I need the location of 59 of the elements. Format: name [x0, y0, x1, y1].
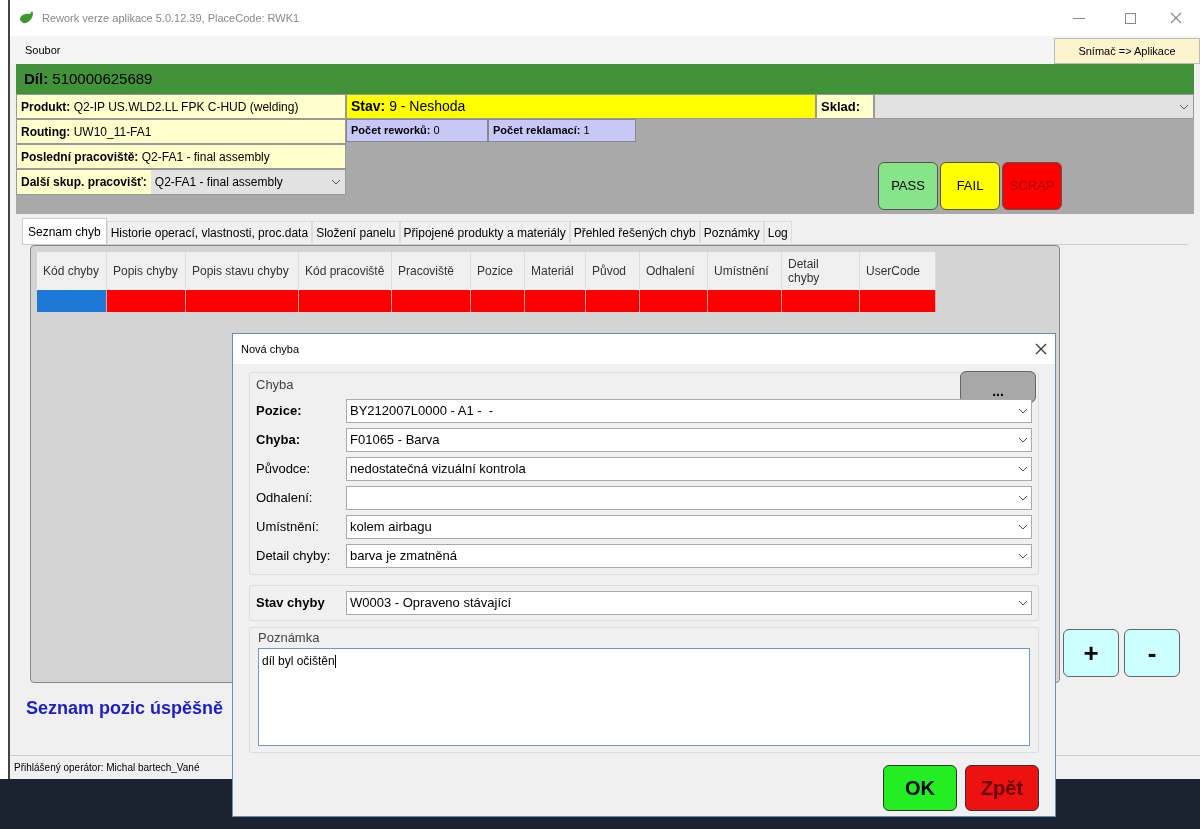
- ok-button[interactable]: OK: [883, 764, 957, 811]
- tab[interactable]: Složení panelu: [312, 221, 400, 243]
- info-field: Poslední pracoviště: Q2-FA1 - final assembly: [16, 144, 346, 169]
- note-textarea[interactable]: díl byl očištěn: [258, 647, 1030, 746]
- rework-count: Počet reworků: 0: [346, 119, 488, 142]
- chevron-down-icon: [1018, 524, 1028, 530]
- window-title: Rework verze aplikace 5.0.12.39, PlaceCode: RWK1: [42, 10, 300, 26]
- info-field: Produkt: Q2-IP US.WLD2.LL FPK C-HUD (welding): [16, 94, 346, 119]
- result-button[interactable]: FAIL: [940, 162, 1000, 210]
- complaint-count: Počet reklamací: 1: [488, 119, 636, 142]
- close-icon[interactable]: [1035, 343, 1047, 355]
- side-button[interactable]: +: [1063, 629, 1119, 677]
- part-number: Díl: 510000625689: [24, 68, 153, 89]
- field-label: Původce:: [256, 460, 312, 479]
- dropdown-field[interactable]: F01065 - Barva: [346, 428, 1032, 452]
- field-label: Chyba:: [256, 431, 302, 450]
- tab[interactable]: Seznam chyb: [22, 218, 107, 244]
- field-label: Umístnění:: [256, 518, 320, 537]
- workplace-dropdown[interactable]: Q2-FA1 - final assembly: [150, 170, 345, 194]
- tab[interactable]: Poznámky: [699, 221, 764, 243]
- dropdown-field[interactable]: barva je zmatněná: [346, 544, 1032, 568]
- result-button[interactable]: PASS: [878, 162, 938, 210]
- chevron-down-icon: [1018, 495, 1028, 501]
- success-heading: Seznam pozic úspěšně: [26, 698, 224, 718]
- field-label: Pozice:: [256, 402, 303, 421]
- dropdown-field[interactable]: kolem airbagu: [346, 515, 1032, 539]
- minimize-icon[interactable]: [1073, 17, 1085, 19]
- maximize-icon[interactable]: [1125, 12, 1136, 24]
- field-label: Další skup. pracovišť:: [21, 174, 147, 191]
- chevron-down-icon: [1018, 437, 1028, 443]
- chevron-down-icon: [331, 179, 341, 185]
- tab[interactable]: Připojené produkty a materiály: [399, 221, 570, 243]
- status-text: Přihlášený operátor: Michal bartech_Vané: [14, 761, 200, 775]
- field-label: Stav chyby: [256, 594, 326, 613]
- dropdown-field[interactable]: [346, 486, 1032, 510]
- chevron-down-icon: [1018, 600, 1028, 606]
- tab[interactable]: Přehled řešených chyb: [569, 221, 700, 243]
- dropdown-field[interactable]: W0003 - Opraveno stávající: [346, 591, 1032, 615]
- group-title: Chyba: [256, 376, 295, 394]
- side-button[interactable]: -: [1124, 629, 1180, 677]
- chevron-down-icon: [1018, 466, 1028, 472]
- field-label: Detail chyby:: [256, 547, 332, 566]
- dropdown-field[interactable]: BY212007L0000 - A1 - -: [346, 399, 1032, 423]
- chevron-down-icon: [1018, 408, 1028, 414]
- tab[interactable]: Log: [763, 221, 792, 243]
- tab[interactable]: Historie operací, vlastnosti, proc.data: [106, 221, 313, 243]
- app-logo-icon: [18, 10, 34, 26]
- scanner-button[interactable]: Snímač => Aplikace: [1054, 38, 1200, 64]
- chevron-down-icon: [1018, 553, 1028, 559]
- field-label: Sklad:: [821, 97, 860, 116]
- field-label: Poznámka: [258, 629, 321, 647]
- field-label: Odhalení:: [256, 489, 314, 508]
- status-field: Stav: 9 - Neshoda: [346, 94, 816, 119]
- dialog-title: Nová chyba: [241, 341, 301, 357]
- chevron-down-icon: [1179, 103, 1189, 110]
- menu-item[interactable]: Soubor: [10, 41, 76, 59]
- warehouse-dropdown[interactable]: [874, 94, 1194, 119]
- info-field: Routing: UW10_11-FA1: [16, 119, 346, 144]
- dropdown-field[interactable]: nedostatečná vizuální kontrola: [346, 457, 1032, 481]
